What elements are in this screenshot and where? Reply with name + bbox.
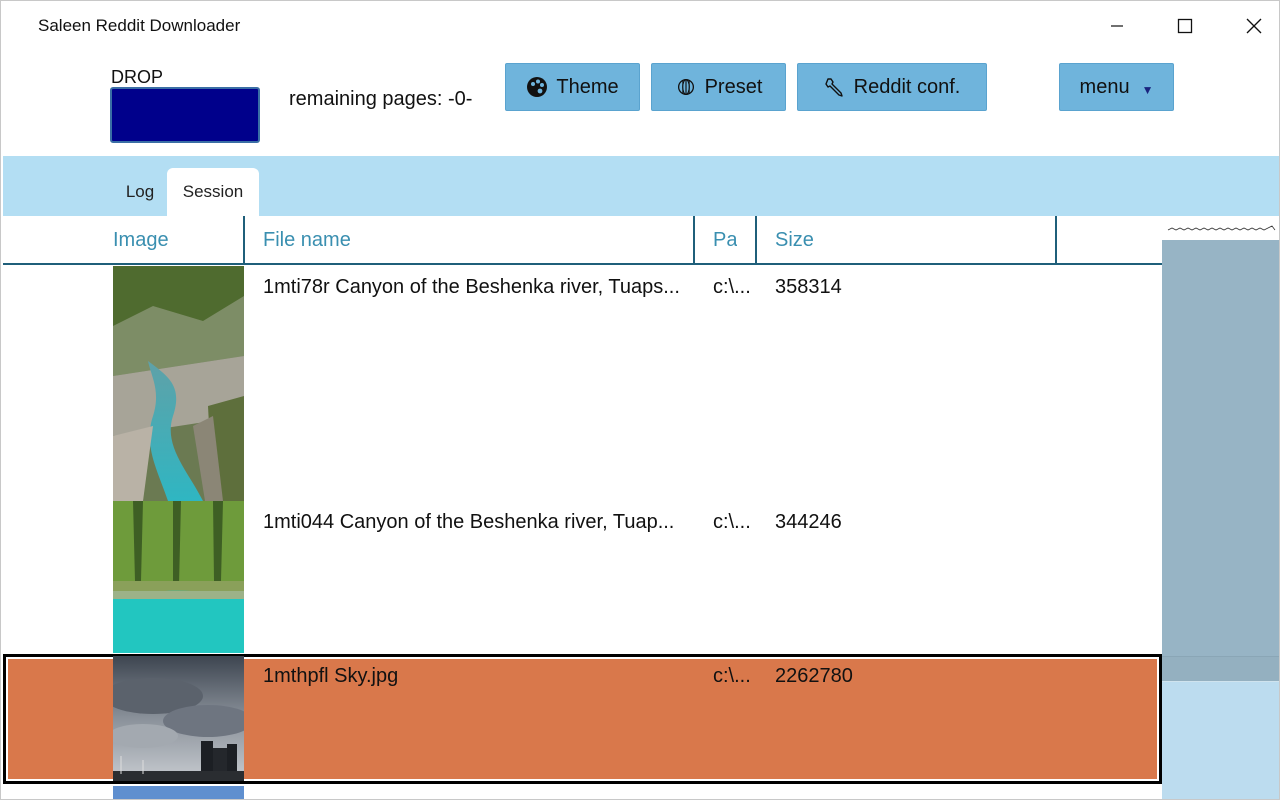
reddit-config-button-label: Reddit conf. [853,75,961,98]
minimize-icon [1111,25,1123,27]
menu-button-label: menu [1079,75,1130,98]
table-row[interactable]: 1mti044 Canyon of the Beshenka river, Tu… [3,501,1162,653]
palette-icon [526,76,548,98]
minimize-button[interactable] [1083,1,1151,51]
tab-session[interactable]: Session [167,168,259,216]
maximize-button[interactable] [1151,1,1219,51]
close-button[interactable] [1220,1,1279,51]
session-grid: Image File name Pat Size [3,216,1162,799]
title-bar: Saleen Reddit Downloader [1,1,1279,53]
row-path: c:\... [713,276,751,298]
column-resizer[interactable] [755,216,757,264]
window-title: Saleen Reddit Downloader [38,16,241,35]
row-thumbnail-image [113,501,244,653]
row-file-name: 1mti044 Canyon of the Beshenka river, Tu… [263,511,675,533]
preset-button-label: Preset [704,75,763,98]
row-file-name: 1mti78r Canyon of the Beshenka river, Tu… [263,276,680,298]
theme-button[interactable]: Theme [505,63,640,111]
column-header-size[interactable]: Size [775,216,975,264]
preset-button[interactable]: Preset [651,63,786,111]
row-path: c:\... [713,511,751,533]
column-header-file-name[interactable]: File name [263,216,683,264]
close-icon [1246,18,1262,34]
table-row[interactable]: 1mthpfl Sky.jpg c:\... 2262780 [3,654,1162,784]
header-filler [1162,216,1279,240]
row-size: 358314 [775,276,842,298]
row-thumbnail-image [113,786,244,799]
globe-icon [675,76,697,98]
wrench-icon [824,76,846,98]
wavy-line-icon [1167,225,1276,231]
theme-button-label: Theme [556,75,619,98]
row-size: 2262780 [775,665,853,687]
tab-strip: Log Session [3,156,1279,216]
selected-row-extension [1162,656,1279,682]
grid-scroll-area[interactable] [1162,216,1279,799]
drop-zone[interactable] [110,87,260,143]
tab-log[interactable]: Log [111,168,169,216]
reddit-config-button[interactable]: Reddit conf. [797,63,987,111]
column-resizer[interactable] [693,216,695,264]
scroll-area-lower [1162,682,1279,799]
row-size: 344246 [775,511,842,533]
column-header-path[interactable]: Pat [713,216,737,264]
table-row[interactable] [3,786,1162,799]
row-path: c:\... [713,665,751,687]
maximize-icon [1177,18,1193,34]
caret-down-icon: ▼ [1141,83,1154,97]
row-thumbnail-image [113,656,244,781]
remaining-pages-text: remaining pages: -0- [289,88,473,110]
row-file-name: 1mthpfl Sky.jpg [263,665,399,687]
column-resizer[interactable] [243,216,245,264]
grid-header: Image File name Pat Size [3,216,1162,265]
column-header-image[interactable]: Image [113,216,243,264]
table-row[interactable]: 1mti78r Canyon of the Beshenka river, Tu… [3,266,1162,501]
app-window: Saleen Reddit Downloader DROP remaining … [0,0,1280,800]
row-thumbnail-image [113,266,244,501]
column-resizer[interactable] [1055,216,1057,264]
menu-button[interactable]: menu ▼ [1059,63,1174,111]
drop-label: DROP [111,67,164,87]
